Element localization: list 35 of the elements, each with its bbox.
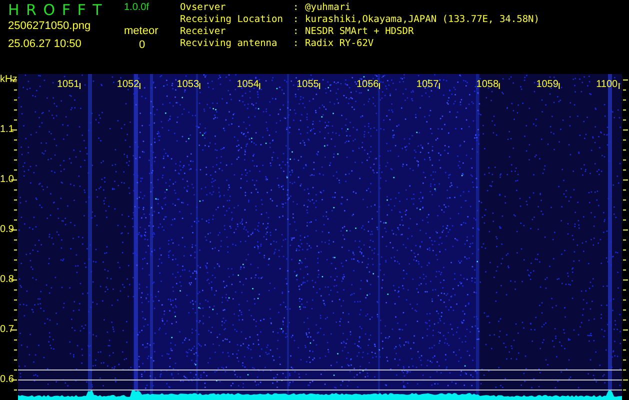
- axis-label: 1052: [116, 79, 140, 90]
- info-separator: :: [293, 26, 300, 38]
- file-name: 2506271050.png: [8, 20, 91, 33]
- axis-label: 1054: [236, 79, 259, 90]
- axis-label: 1.1: [0, 124, 14, 135]
- info-separator: :: [293, 14, 300, 26]
- axis-label: 1058: [476, 79, 499, 90]
- axis-label: 1057: [416, 79, 439, 90]
- info-label: Recviving antenna: [180, 38, 278, 50]
- axis-label: 0.7: [0, 324, 14, 335]
- info-label: Ovserver: [180, 2, 227, 14]
- axis-label: 0.8: [0, 274, 14, 285]
- info-value: @yuhmari: [305, 2, 351, 14]
- axis-label: 1053: [176, 79, 200, 90]
- date-time: 25.06.27 10:50: [8, 38, 82, 51]
- axis-label: 1051: [57, 79, 80, 90]
- axis-label: 1.0: [0, 174, 14, 185]
- info-label: Receiver: [180, 26, 227, 38]
- info-value: NESDR SMArt + HDSDR: [305, 26, 414, 38]
- axis-label: 1100: [596, 79, 618, 90]
- axis-label: 0.6: [0, 374, 14, 385]
- info-value: Radix RY-62V: [305, 38, 374, 50]
- info-separator: :: [293, 38, 300, 50]
- version-label: 1.0.0f: [124, 2, 150, 14]
- info-value: kurashiki,Okayama,JAPAN (133.77E, 34.58N): [305, 14, 540, 26]
- info-separator: :: [293, 2, 300, 14]
- axis-label: 1059: [536, 79, 558, 90]
- app-title: H R O F F T: [8, 0, 102, 20]
- axis-label: 1055: [296, 79, 319, 90]
- info-label: Receiving Location: [180, 14, 284, 26]
- axis-label: 1056: [356, 79, 379, 90]
- meteor-count: 0: [139, 39, 146, 52]
- axis-label: 0.9: [0, 224, 14, 235]
- meteor-label: meteor: [124, 25, 158, 38]
- axis-unit: kHz: [0, 74, 18, 85]
